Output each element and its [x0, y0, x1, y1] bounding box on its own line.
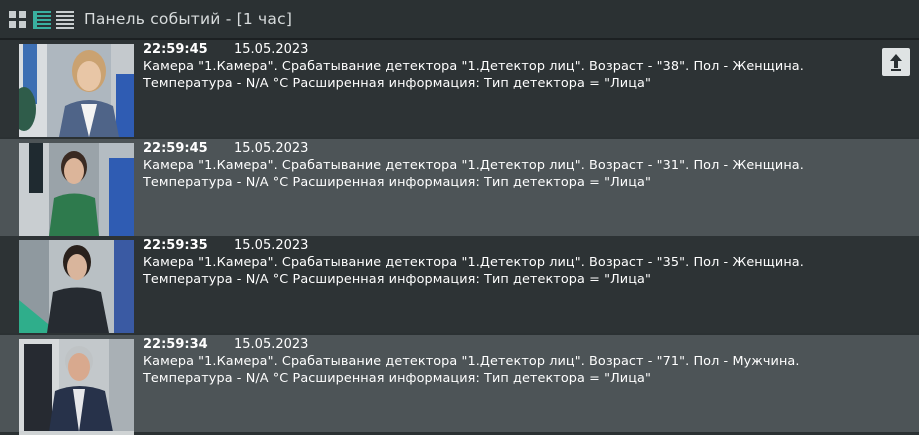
event-extended-info: Температура - N/A °C Расширенная информа… [143, 175, 651, 190]
event-description: Камера "1.Камера". Срабатывание детектор… [143, 255, 804, 270]
grid-view-icon[interactable] [9, 11, 27, 29]
event-item[interactable]: 22:59:34 15.05.2023 Камера "1.Камера". С… [0, 335, 919, 432]
panel-title: Панель событий - [1 час] [84, 10, 293, 28]
event-time: 22:59:45 [143, 42, 208, 57]
event-panel-header: Панель событий - [1 час] [0, 0, 919, 40]
event-thumbnail[interactable] [19, 339, 134, 432]
event-date: 15.05.2023 [234, 337, 309, 352]
event-description: Камера "1.Камера". Срабатывание детектор… [143, 59, 804, 74]
event-time: 22:59:35 [143, 238, 208, 253]
event-date: 15.05.2023 [234, 42, 309, 57]
next-thumbnail-edge [19, 431, 134, 435]
event-extended-info: Температура - N/A °C Расширенная информа… [143, 272, 651, 287]
event-date: 15.05.2023 [234, 141, 309, 156]
arrow-up-icon [890, 54, 902, 71]
event-extended-info: Температура - N/A °C Расширенная информа… [143, 371, 651, 386]
event-thumbnail[interactable] [19, 143, 134, 236]
event-list[interactable]: 22:59:45 15.05.2023 Камера "1.Камера". С… [0, 40, 919, 435]
event-extended-info: Температура - N/A °C Расширенная информа… [143, 76, 651, 91]
list-view-icon[interactable] [33, 11, 51, 29]
event-item[interactable]: 22:59:45 15.05.2023 Камера "1.Камера". С… [0, 139, 919, 236]
event-thumbnail[interactable] [19, 44, 134, 137]
compact-list-icon[interactable] [56, 11, 74, 29]
scroll-to-top-button[interactable] [882, 48, 910, 76]
event-time: 22:59:34 [143, 337, 208, 352]
event-date: 15.05.2023 [234, 238, 309, 253]
event-thumbnail[interactable] [19, 240, 134, 333]
event-item[interactable]: 22:59:35 15.05.2023 Камера "1.Камера". С… [0, 236, 919, 333]
event-description: Камера "1.Камера". Срабатывание детектор… [143, 158, 804, 173]
event-time: 22:59:45 [143, 141, 208, 156]
event-description: Камера "1.Камера". Срабатывание детектор… [143, 354, 800, 369]
event-item[interactable]: 22:59:45 15.05.2023 Камера "1.Камера". С… [0, 40, 919, 137]
